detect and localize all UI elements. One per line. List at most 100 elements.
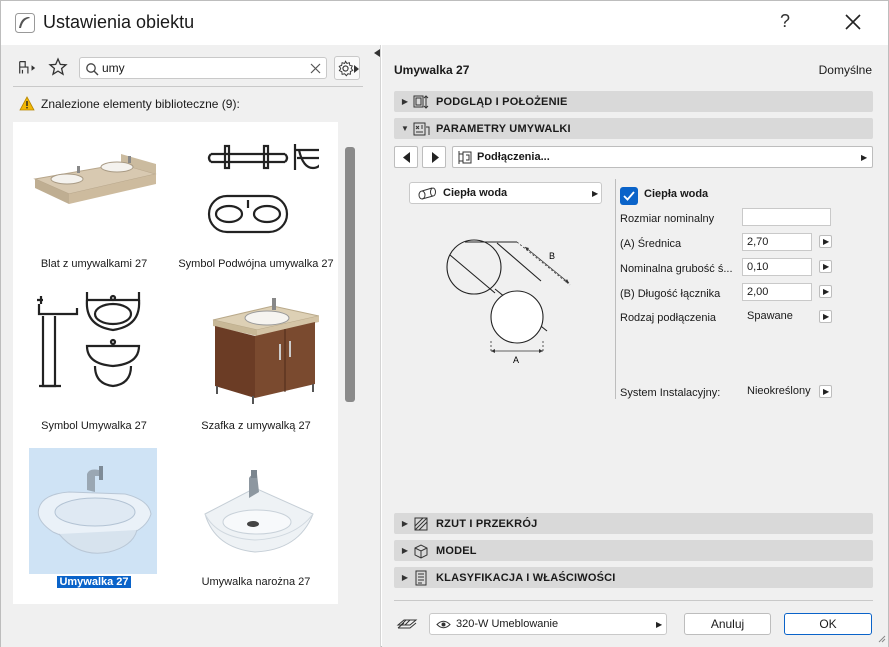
dialog-title: Ustawienia obiektu xyxy=(43,12,195,32)
connection-type-select[interactable]: Spawane xyxy=(742,307,812,325)
connector-length-arrow-button[interactable]: ▶ xyxy=(819,285,832,298)
section-floorplan-section[interactable]: ▶ RZUT I PRZEKRÓJ xyxy=(394,513,873,534)
section-classification[interactable]: ▶ KLASYFIKACJA I WŁAŚCIWOŚCI xyxy=(394,567,873,588)
cancel-button[interactable]: Anuluj xyxy=(684,613,771,635)
installation-system-arrow-button[interactable]: ▶ xyxy=(819,385,832,398)
collapse-arrow-icon: ▼ xyxy=(401,124,409,133)
eye-icon[interactable] xyxy=(436,619,451,630)
param-label: (A) Średnica xyxy=(620,238,682,250)
cube-icon xyxy=(414,543,428,559)
section-title: RZUT I PRZEKRÓJ xyxy=(436,517,538,530)
library-item[interactable]: Umywalka narożna 27 xyxy=(175,446,337,606)
section-title: MODEL xyxy=(436,544,477,557)
wall-thickness-arrow-button[interactable]: ▶ xyxy=(819,260,832,273)
layers-icon xyxy=(396,619,418,629)
double-sink-symbol-thumbnail xyxy=(207,144,319,234)
param-label: Rodzaj podłączenia xyxy=(620,312,717,324)
floorplan-icon xyxy=(414,517,428,530)
next-page-button[interactable] xyxy=(422,146,446,168)
checkmark-icon xyxy=(623,191,635,201)
hot-water-checkbox-label: Ciepła woda xyxy=(644,188,709,200)
search-field[interactable]: umy xyxy=(79,57,327,79)
pipe-icon xyxy=(418,187,436,200)
prev-arrow-icon xyxy=(403,152,410,163)
diameter-arrow-button[interactable]: ▶ xyxy=(819,235,832,248)
pipe-dimensions-diagram: A B xyxy=(446,239,571,365)
library-tree-icon[interactable] xyxy=(17,58,37,78)
expand-arrow-icon: ▶ xyxy=(401,519,409,528)
document-list-icon xyxy=(415,570,427,585)
page-selector-value: Podłączenia... xyxy=(477,151,550,163)
hot-water-checkbox[interactable] xyxy=(620,187,638,205)
library-item-label: Umywalka 27 xyxy=(57,576,131,588)
nominal-size-field[interactable] xyxy=(742,208,831,226)
dropdown-arrow-icon: ▶ xyxy=(861,153,868,162)
dropdown-arrow-icon: ▶ xyxy=(592,189,599,198)
washbasin-thumbnail xyxy=(29,448,157,574)
library-item[interactable]: Blat z umywalkami 27 xyxy=(13,122,175,282)
collapse-arrow-icon[interactable] xyxy=(374,49,380,57)
library-scrollbar[interactable] xyxy=(345,147,355,402)
app-icon xyxy=(15,13,35,33)
page-selector-dropdown[interactable]: Podłączenia... ▶ xyxy=(452,146,873,168)
panel-splitter[interactable] xyxy=(373,45,381,647)
dropdown-arrow-icon xyxy=(354,65,359,73)
library-item-label: Symbol Umywalka 27 xyxy=(41,420,147,432)
preview-placement-icon xyxy=(413,94,429,109)
settings-panel: Umywalka 27 Domyślne ▶ PODGLĄD I POŁOŻEN… xyxy=(382,45,888,647)
param-label: Nominalna grubość ś... xyxy=(620,263,733,275)
library-panel: umy Znalezione elementy biblioteczne (9)… xyxy=(1,45,373,647)
diameter-field[interactable]: 2,70 xyxy=(742,233,812,251)
section-title: PODGLĄD I POŁOŻENIE xyxy=(436,95,568,108)
library-item[interactable]: Symbol Umywalka 27 xyxy=(13,284,175,444)
section-sink-parameters[interactable]: ▼ PARAMETRY UMYWALKI xyxy=(394,118,873,139)
layer-dropdown[interactable]: 320-W Umeblowanie ▶ xyxy=(429,613,667,635)
dropdown-arrow-icon: ▶ xyxy=(656,620,663,629)
section-title: PARAMETRY UMYWALKI xyxy=(436,122,571,135)
connections-icon xyxy=(458,151,472,164)
footer-divider xyxy=(394,600,873,601)
dimension-a-label: A xyxy=(513,355,519,365)
library-item[interactable]: Symbol Podwójna umywalka 27 xyxy=(175,122,337,282)
library-item[interactable]: Szafka z umywalką 27 xyxy=(175,284,337,444)
library-item-label: Blat z umywalkami 27 xyxy=(40,258,148,270)
wall-thickness-field[interactable]: 0,10 xyxy=(742,258,812,276)
close-icon[interactable] xyxy=(843,12,863,32)
section-model[interactable]: ▶ MODEL xyxy=(394,540,873,561)
prev-page-button[interactable] xyxy=(394,146,418,168)
next-arrow-icon xyxy=(432,152,439,163)
connection-type-arrow-button[interactable]: ▶ xyxy=(819,310,832,323)
library-item-label: Szafka z umywalką 27 xyxy=(201,420,311,432)
page-navigator: Podłączenia... ▶ xyxy=(394,146,873,169)
cabinet-sink-thumbnail xyxy=(212,298,319,404)
object-settings-dialog: Ustawienia obiektu ? umy Znalezione elem… xyxy=(0,0,889,647)
ok-button[interactable]: OK xyxy=(784,613,872,635)
expand-arrow-icon: ▶ xyxy=(401,573,409,582)
connector-length-field[interactable]: 2,00 xyxy=(742,283,812,301)
hot-water-popup-button[interactable]: Ciepła woda ▶ xyxy=(409,182,602,204)
installation-system-select[interactable]: Nieokreślony xyxy=(742,382,814,400)
section-title: KLASYFIKACJA I WŁAŚCIWOŚCI xyxy=(436,571,616,584)
expand-arrow-icon: ▶ xyxy=(401,97,409,106)
search-input[interactable]: umy xyxy=(102,61,125,75)
settings-menu-button[interactable] xyxy=(334,56,360,80)
layer-value: 320-W Umeblowanie xyxy=(456,618,559,630)
search-icon xyxy=(86,63,99,76)
gear-icon xyxy=(338,60,354,77)
parameters-page: Ciepła woda ▶ A B Ciepła woda Rozmiar no… xyxy=(382,177,888,517)
library-item-label: Symbol Podwójna umywalka 27 xyxy=(178,258,334,270)
help-button[interactable]: ? xyxy=(777,11,793,32)
resize-grip-icon[interactable] xyxy=(878,635,886,643)
dimension-b-label: B xyxy=(549,251,555,261)
expand-arrow-icon: ▶ xyxy=(401,546,409,555)
param-label: System Instalacyjny: xyxy=(620,387,721,399)
object-name: Umywalka 27 xyxy=(394,63,470,77)
section-preview-placement[interactable]: ▶ PODGLĄD I POŁOŻENIE xyxy=(394,91,873,112)
toolbar-divider xyxy=(13,86,363,87)
param-label: (B) Długość łącznika xyxy=(620,288,721,300)
countertop-sinks-thumbnail xyxy=(33,154,157,204)
library-item-selected[interactable]: Umywalka 27 xyxy=(13,446,175,606)
corner-washbasin-thumbnail xyxy=(204,470,314,553)
clear-search-icon[interactable] xyxy=(310,63,321,74)
favorites-star-icon[interactable] xyxy=(48,57,68,77)
